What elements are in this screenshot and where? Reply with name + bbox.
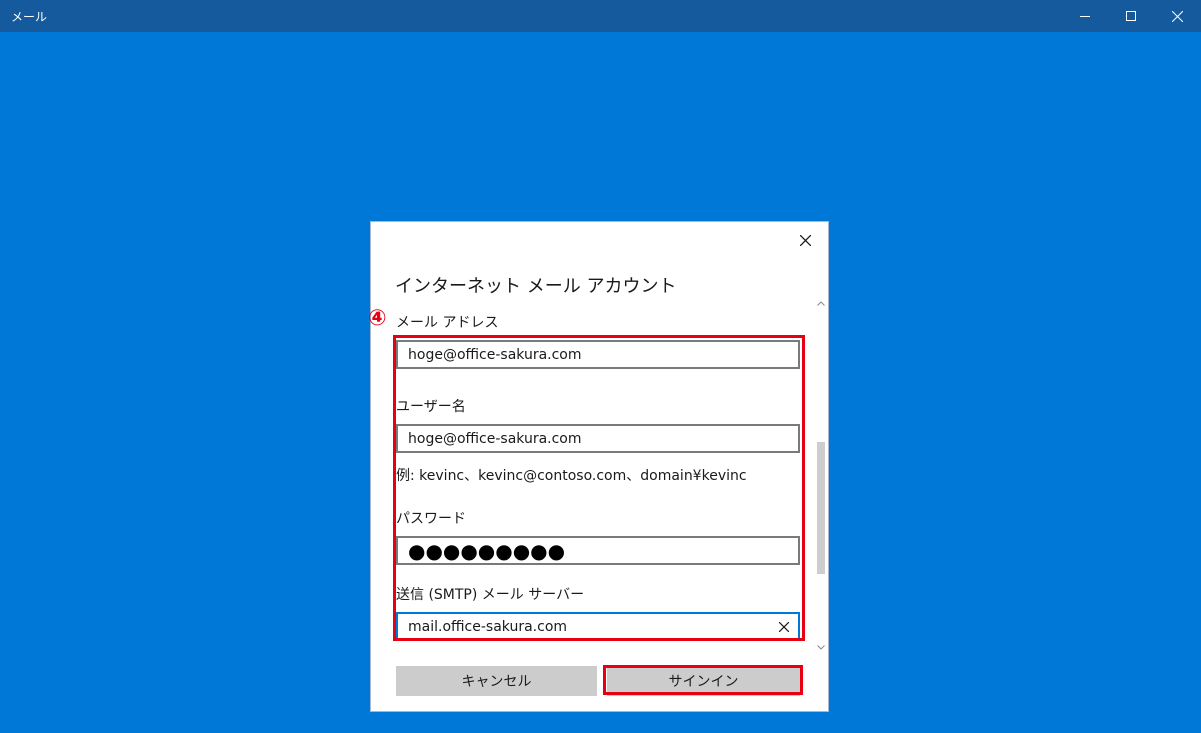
email-field[interactable]: hoge@office-sakura.com — [396, 340, 800, 369]
title-bar: メール — [0, 0, 1201, 32]
smtp-server-label: 送信 (SMTP) メール サーバー — [396, 587, 585, 603]
password-field[interactable]: ●●●●●●●●● — [396, 536, 800, 565]
email-label: メール アドレス — [396, 315, 499, 331]
scroll-down-arrow[interactable] — [816, 642, 826, 652]
chevron-down-icon — [817, 644, 825, 650]
account-dialog: インターネット メール アカウント メール アドレス hoge@office-s… — [368, 222, 828, 711]
chevron-up-icon — [817, 300, 825, 306]
window-title: メール — [11, 10, 48, 24]
dialog-close-button[interactable] — [793, 228, 817, 252]
cancel-button[interactable]: キャンセル — [396, 666, 597, 696]
clear-icon — [779, 622, 789, 632]
username-label: ユーザー名 — [396, 399, 466, 415]
annotation-step-4: ④ — [368, 306, 387, 331]
password-label: パスワード — [396, 511, 466, 527]
minimize-icon — [1080, 16, 1090, 17]
close-window-button[interactable] — [1154, 0, 1200, 32]
scroll-thumb[interactable] — [817, 442, 825, 574]
username-hint: 例: kevinc、kevinc@contoso.com、domain¥kevi… — [396, 468, 747, 484]
close-icon — [1171, 10, 1183, 22]
dialog-scrollbar[interactable] — [816, 298, 826, 652]
username-field[interactable]: hoge@office-sakura.com — [396, 424, 800, 453]
scroll-up-arrow[interactable] — [816, 298, 826, 308]
smtp-server-field[interactable]: mail.office-sakura.com — [396, 612, 800, 641]
password-field-value: ●●●●●●●●● — [408, 538, 566, 563]
maximize-button[interactable] — [1108, 0, 1154, 32]
clear-input-button[interactable] — [776, 619, 792, 635]
minimize-button[interactable] — [1062, 0, 1108, 32]
username-field-value: hoge@office-sakura.com — [408, 430, 582, 447]
maximize-icon — [1126, 11, 1136, 21]
dialog-title: インターネット メール アカウント — [395, 276, 677, 297]
email-field-value: hoge@office-sakura.com — [408, 346, 582, 363]
close-icon — [799, 234, 811, 246]
smtp-server-field-value: mail.office-sakura.com — [408, 618, 568, 635]
sign-in-button[interactable]: サインイン — [607, 666, 800, 696]
